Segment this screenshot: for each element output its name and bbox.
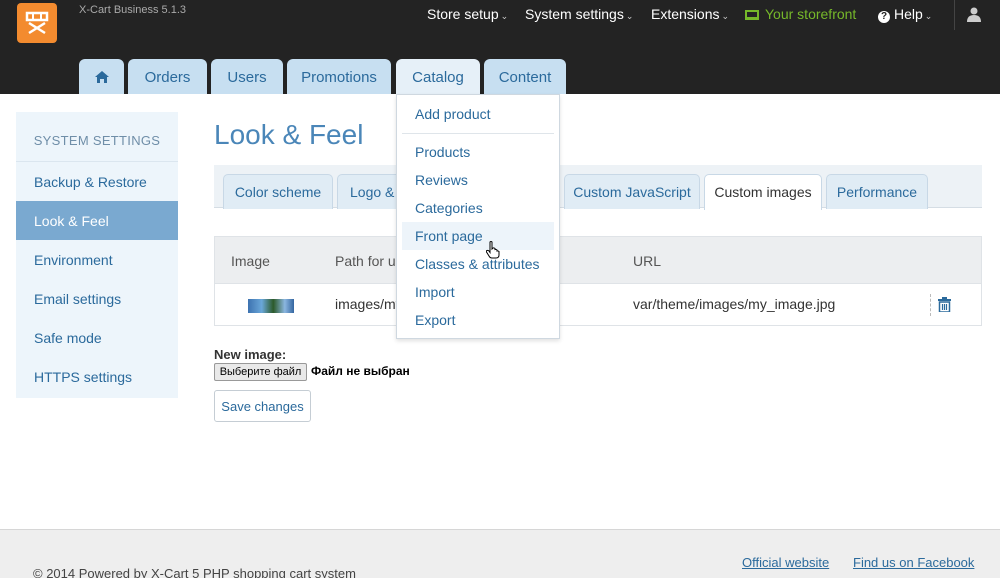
hand-cursor-icon	[485, 241, 500, 262]
sidebar-item-backup-restore[interactable]: Backup & Restore	[16, 162, 178, 201]
divider	[930, 294, 931, 316]
images-table: Image Path for us URL images/my var/them…	[214, 236, 982, 326]
version-label: X-Cart Business 5.1.3	[79, 4, 186, 16]
cart-logo-icon	[25, 11, 49, 35]
user-icon[interactable]	[966, 6, 982, 25]
tab-custom-images[interactable]: Custom images	[704, 174, 822, 210]
home-icon	[94, 71, 109, 83]
menu-item-reviews[interactable]: Reviews	[402, 166, 554, 194]
tab-home[interactable]	[79, 59, 124, 94]
chevron-down-icon: ⌄	[721, 11, 730, 21]
tab-promotions[interactable]: Promotions	[287, 59, 391, 94]
help-icon: ?	[878, 11, 890, 23]
settings-sidebar: SYSTEM SETTINGS Backup & Restore Look & …	[16, 112, 178, 398]
xcart-logo[interactable]	[17, 3, 57, 43]
sidebar-item-safe-mode[interactable]: Safe mode	[16, 318, 178, 357]
tab-custom-javascript[interactable]: Custom JavaScript	[564, 174, 700, 209]
image-thumbnail[interactable]	[248, 299, 294, 313]
divider	[954, 0, 955, 30]
tab-performance[interactable]: Performance	[826, 174, 928, 209]
menu-store-setup[interactable]: Store setup ⌄	[427, 6, 508, 22]
facebook-link[interactable]: Find us on Facebook	[853, 555, 974, 570]
sidebar-item-environment[interactable]: Environment	[16, 240, 178, 279]
table-header: Image Path for us URL	[215, 237, 981, 284]
menu-label: Help	[894, 6, 923, 22]
save-changes-button[interactable]: Save changes	[214, 390, 311, 422]
menu-label: Store setup	[427, 6, 499, 22]
menu-item-categories[interactable]: Categories	[402, 194, 554, 222]
menu-help[interactable]: ? Help ⌄	[878, 6, 932, 23]
menu-item-add-product[interactable]: Add product	[402, 100, 554, 128]
top-header: X-Cart Business 5.1.3 Store setup ⌄ Syste…	[0, 0, 1000, 94]
tab-catalog[interactable]: Catalog	[396, 59, 480, 94]
image-url: var/theme/images/my_image.jpg	[633, 296, 836, 312]
official-website-link[interactable]: Official website	[742, 555, 829, 570]
copyright-text: © 2014 Powered by X-Cart 5 PHP shopping …	[33, 566, 356, 578]
tab-color-scheme[interactable]: Color scheme	[223, 174, 333, 209]
menu-item-import[interactable]: Import	[402, 278, 554, 306]
page-title: Look & Feel	[214, 119, 364, 150]
tab-orders[interactable]: Orders	[128, 59, 207, 94]
chevron-down-icon: ⌄	[500, 11, 509, 21]
menu-label: Your storefront	[765, 6, 857, 22]
sidebar-item-https-settings[interactable]: HTTPS settings	[16, 357, 178, 396]
chevron-down-icon: ⌄	[924, 11, 933, 21]
menu-item-classes-attributes[interactable]: Classes & attributes	[402, 250, 554, 278]
tab-users[interactable]: Users	[211, 59, 283, 94]
choose-file-button[interactable]: Выберите файл	[214, 363, 307, 381]
image-path: images/my	[335, 296, 403, 312]
table-row: images/my var/theme/images/my_image.jpg	[215, 284, 981, 326]
tab-content[interactable]: Content	[484, 59, 566, 94]
sidebar-title: SYSTEM SETTINGS	[16, 112, 178, 162]
sidebar-item-email-settings[interactable]: Email settings	[16, 279, 178, 318]
menu-storefront[interactable]: Your storefront	[745, 6, 856, 22]
divider	[402, 133, 554, 134]
menu-extensions[interactable]: Extensions ⌄	[651, 6, 729, 22]
column-header-url: URL	[633, 253, 662, 269]
file-status: Файл не выбран	[311, 364, 410, 378]
menu-system-settings[interactable]: System settings ⌄	[525, 6, 633, 22]
monitor-icon	[745, 10, 759, 20]
new-image-label: New image:	[214, 347, 287, 362]
menu-item-front-page[interactable]: Front page	[402, 222, 554, 250]
column-header-image: Image	[231, 253, 270, 269]
menu-label: Extensions	[651, 6, 720, 22]
menu-label: System settings	[525, 6, 624, 22]
footer: © 2014 Powered by X-Cart 5 PHP shopping …	[0, 529, 1000, 578]
trash-icon[interactable]	[938, 297, 951, 315]
catalog-dropdown: Add product Products Reviews Categories …	[396, 94, 560, 339]
sidebar-item-look-feel[interactable]: Look & Feel	[16, 201, 178, 240]
menu-item-products[interactable]: Products	[402, 138, 554, 166]
menu-item-export[interactable]: Export	[402, 306, 554, 334]
chevron-down-icon: ⌄	[625, 11, 634, 21]
column-header-path: Path for us	[335, 253, 403, 269]
